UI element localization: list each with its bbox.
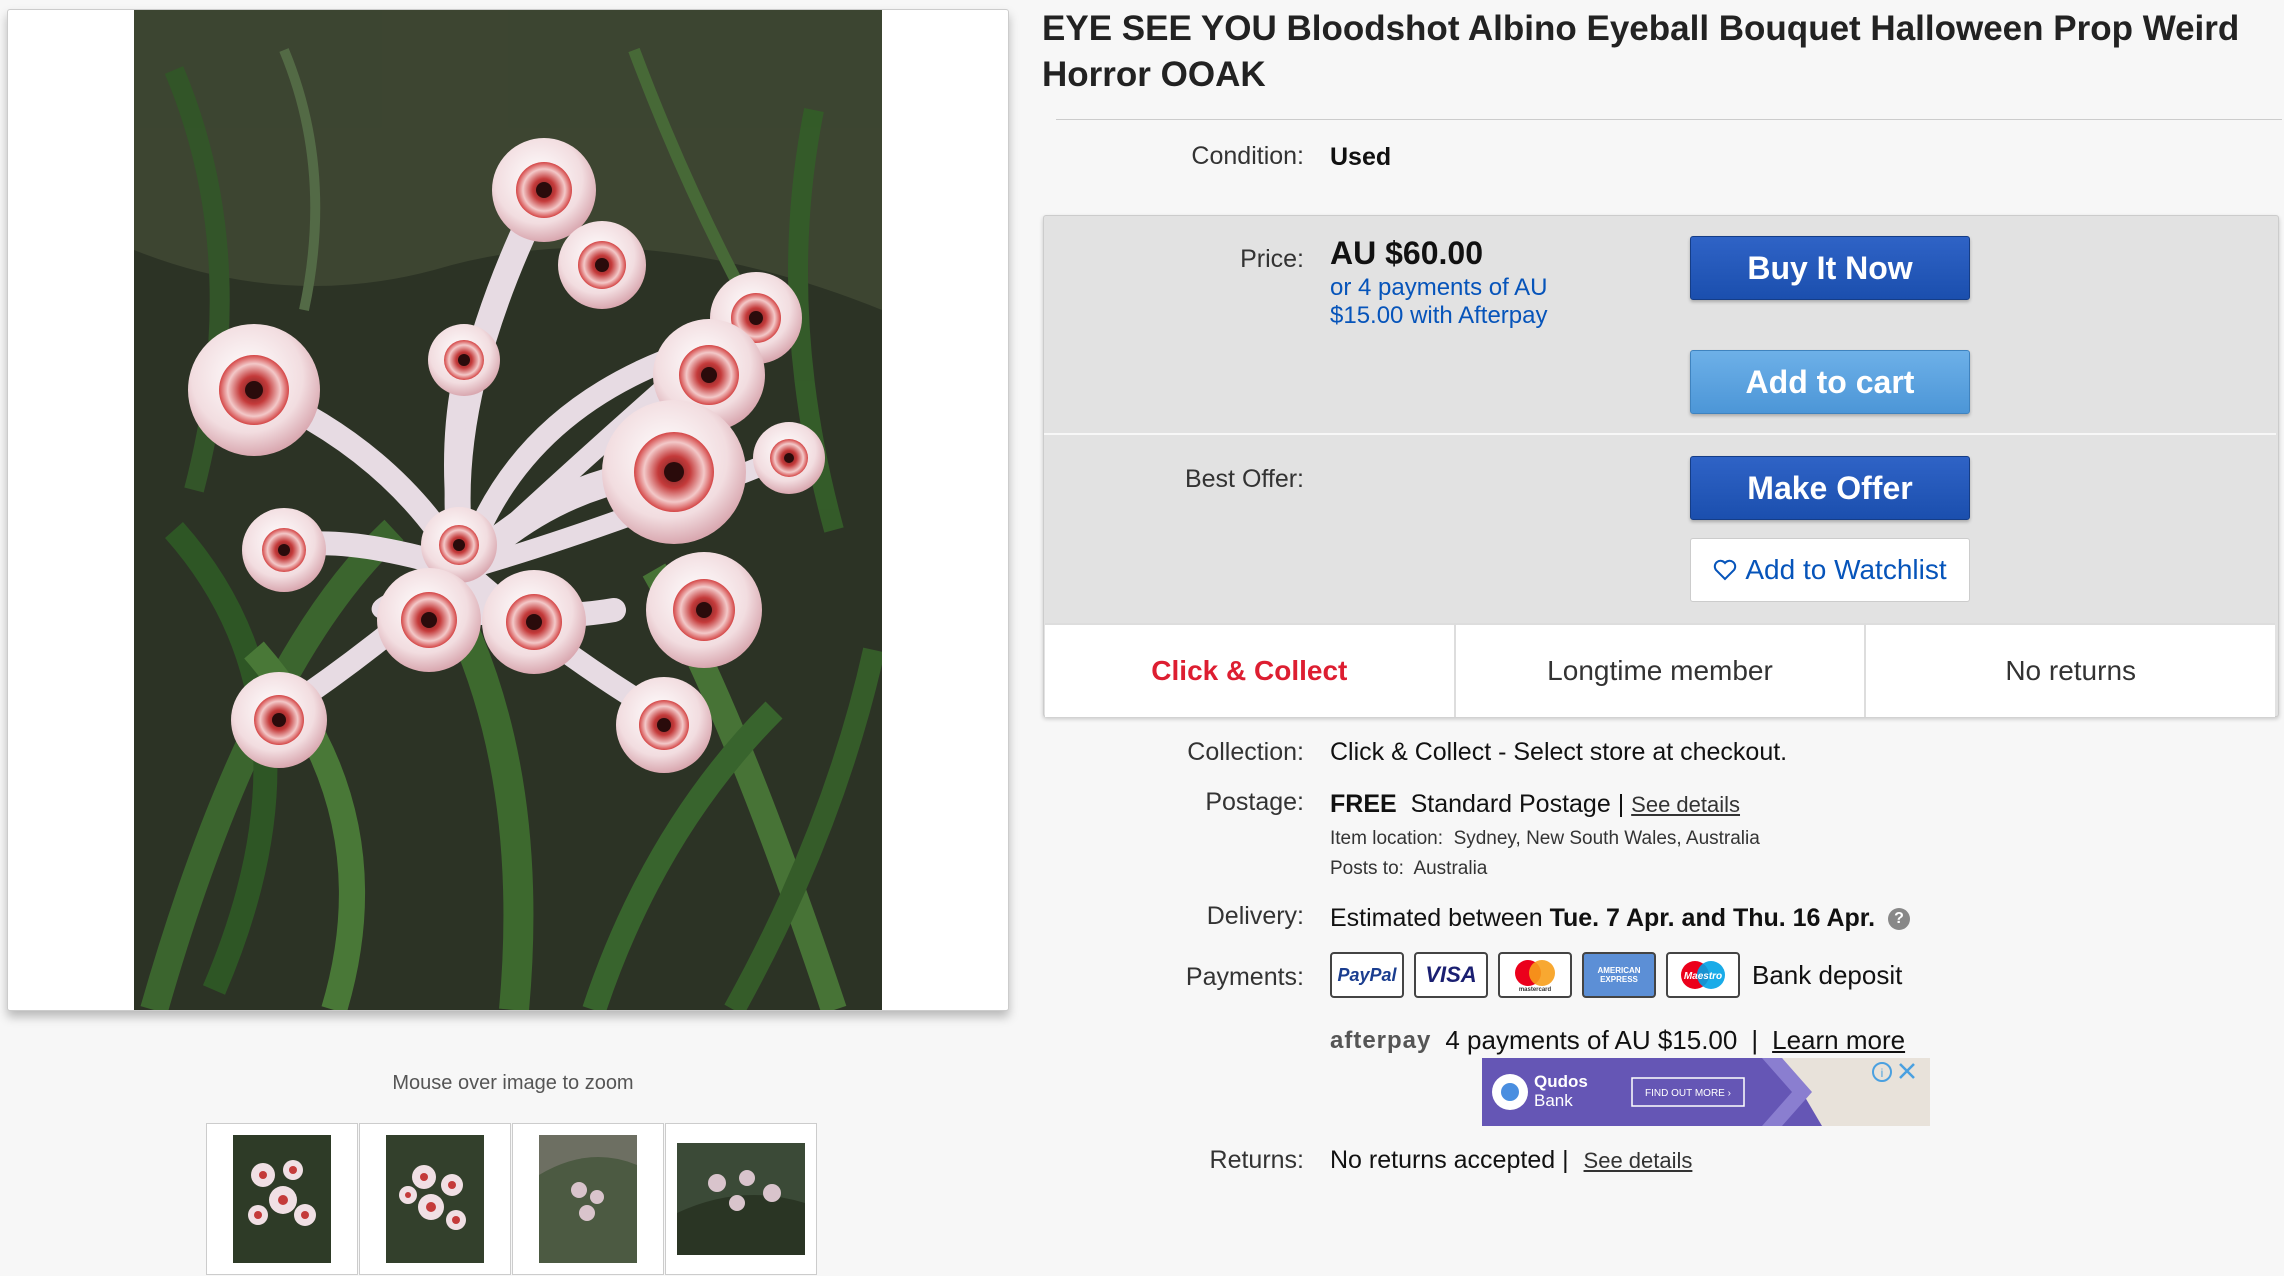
collection-value: Click & Collect - Select store at checko…: [1330, 738, 1788, 766]
delivery-prefix: Estimated between: [1330, 904, 1543, 932]
make-offer-button[interactable]: Make Offer: [1690, 456, 1970, 520]
add-to-watchlist-button[interactable]: Add to Watchlist: [1690, 538, 1970, 602]
payments-label: Payments:: [1185, 963, 1304, 991]
posts-to-value: Australia: [1413, 858, 1488, 879]
help-icon[interactable]: ?: [1888, 908, 1911, 931]
thumbnail-4[interactable]: [665, 1123, 817, 1275]
price-label: Price:: [1240, 245, 1304, 273]
returns-see-details-link[interactable]: See details: [1584, 1148, 1693, 1173]
bank-deposit: Bank deposit: [1752, 959, 1903, 990]
delivery-range: Tue. 7 Apr. and Thu. 16 Apr.: [1549, 904, 1876, 932]
add-to-cart-button[interactable]: Add to cart: [1690, 350, 1970, 414]
delivery-label: Delivery:: [1206, 902, 1304, 930]
payment-methods: PayPal VISA mastercard AMERICAN EXPRESS …: [1330, 952, 1902, 998]
svg-text:Maestro: Maestro: [1684, 971, 1722, 982]
item-location-label: Item location:: [1330, 828, 1443, 849]
badge-no-returns: No returns: [1866, 625, 2276, 717]
paypal-icon: PayPal: [1330, 952, 1404, 998]
returns-value: No returns accepted | See details: [1330, 1146, 1692, 1175]
postage-see-details-link[interactable]: See details: [1631, 792, 1740, 817]
postage-label: Postage:: [1205, 788, 1304, 816]
best-offer-label: Best Offer:: [1184, 465, 1304, 493]
returns-text: No returns accepted: [1330, 1146, 1556, 1174]
thumbnail-1[interactable]: [206, 1123, 358, 1275]
svg-text:Qudos: Qudos: [1534, 1072, 1588, 1091]
main-product-image[interactable]: [7, 9, 1009, 1011]
buy-box-divider: [1044, 433, 2276, 435]
zoom-hint: Mouse over image to zoom: [392, 1072, 634, 1094]
afterpay-text: 4 payments of AU $15.00: [1445, 1025, 1738, 1055]
afterpay-price-note[interactable]: or 4 payments of AU $15.00 with Afterpay: [1330, 274, 1590, 330]
thumbnail-strip: [206, 1123, 818, 1275]
condition-label: Condition:: [1191, 142, 1304, 170]
maestro-icon: Maestro: [1666, 952, 1740, 998]
thumbnail-3[interactable]: [512, 1123, 664, 1275]
feature-badges: Click & Collect Longtime member No retur…: [1045, 623, 2276, 717]
svg-text:i: i: [1881, 1066, 1884, 1080]
returns-label: Returns:: [1209, 1146, 1304, 1174]
afterpay-separator: |: [1751, 1025, 1759, 1055]
eyeball-bouquet-photo: [134, 10, 882, 1010]
badge-longtime-member: Longtime member: [1455, 625, 1867, 717]
posts-to: Posts to: Australia: [1330, 858, 1487, 880]
postage-service: Standard Postage: [1410, 790, 1611, 818]
postage-free: FREE: [1330, 790, 1397, 818]
item-title: EYE SEE YOU Bloodshot Albino Eyeball Bou…: [1042, 9, 2240, 94]
postage-separator: |: [1617, 790, 1625, 818]
ad-banner[interactable]: Qudos Bank FIND OUT MORE › i: [1482, 1058, 1930, 1126]
afterpay-row: afterpay 4 payments of AU $15.00 | Learn…: [1330, 1025, 1905, 1056]
collection-label: Collection:: [1187, 738, 1304, 766]
title-divider: [1056, 119, 2282, 120]
thumbnail-2[interactable]: [359, 1123, 511, 1275]
afterpay-learn-more-link[interactable]: Learn more: [1772, 1025, 1905, 1056]
svg-text:FIND OUT MORE ›: FIND OUT MORE ›: [1645, 1088, 1731, 1099]
amex-icon: AMERICAN EXPRESS: [1582, 952, 1656, 998]
visa-icon: VISA: [1414, 952, 1488, 998]
afterpay-logo: afterpay: [1330, 1026, 1432, 1054]
item-location-value: Sydney, New South Wales, Australia: [1453, 828, 1760, 849]
item-location: Item location: Sydney, New South Wales, …: [1330, 828, 1760, 850]
svg-text:Bank: Bank: [1534, 1091, 1573, 1110]
posts-to-label: Posts to:: [1330, 858, 1404, 879]
buy-it-now-button[interactable]: Buy It Now: [1690, 236, 1970, 300]
badge-click-collect: Click & Collect: [1045, 625, 1456, 717]
heart-icon: [1714, 559, 1737, 581]
price-value: AU $60.00: [1330, 235, 1483, 271]
qudos-bank-ad: Qudos Bank FIND OUT MORE › i: [1482, 1058, 1930, 1126]
returns-separator: |: [1562, 1146, 1569, 1174]
condition-value: Used: [1330, 143, 1392, 171]
delivery-value: Estimated between Tue. 7 Apr. and Thu. 1…: [1330, 904, 1911, 933]
mastercard-icon: mastercard: [1498, 952, 1572, 998]
watchlist-label: Add to Watchlist: [1745, 554, 1947, 585]
svg-text:mastercard: mastercard: [1519, 987, 1552, 993]
postage-value: FREE Standard Postage | See details: [1330, 790, 1740, 819]
